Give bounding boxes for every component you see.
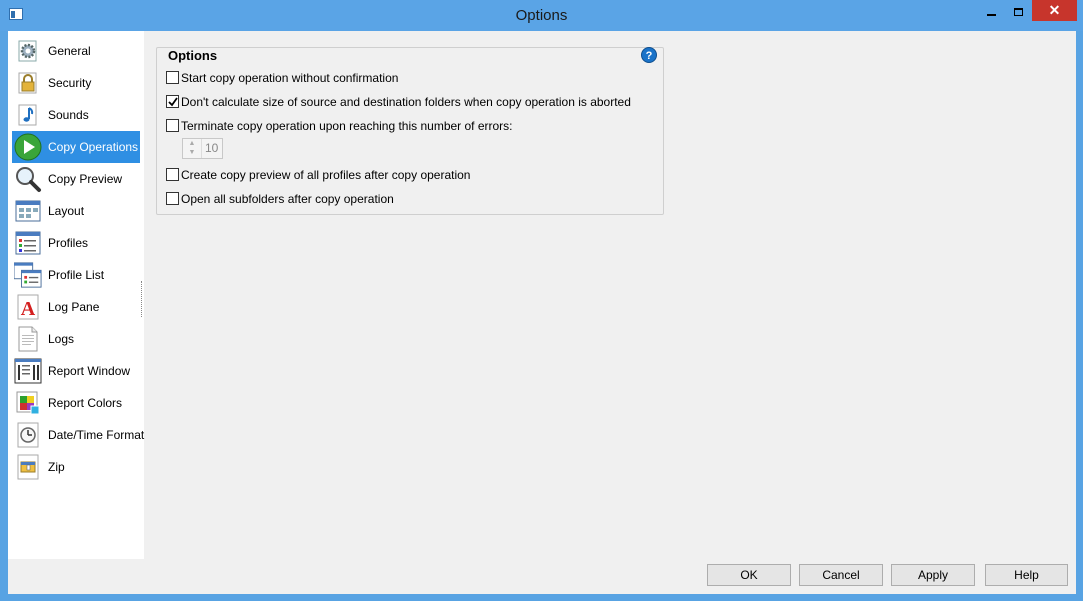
svg-text:A: A [21, 298, 36, 320]
checkmark-icon [168, 97, 178, 107]
option-label: Start copy operation without confirmatio… [181, 71, 399, 85]
option-label: Open all subfolders after copy operation [181, 192, 394, 206]
sidebar-splitter-handle[interactable] [141, 281, 143, 317]
option-label: Create copy preview of all profiles afte… [181, 168, 471, 182]
sidebar-item-profiles[interactable]: Profiles [12, 227, 140, 259]
sidebar-item-label: Log Pane [48, 300, 100, 314]
apply-button[interactable]: Apply [891, 564, 975, 586]
sidebar-item-label: Profile List [48, 268, 105, 282]
options-group-title: Options [165, 48, 221, 63]
sidebar-item-date-time-format[interactable]: Date/Time Format [12, 419, 144, 451]
letter-a-icon: A [14, 293, 42, 321]
sidebar-item-profile-list[interactable]: Profile List [12, 259, 140, 291]
sidebar-item-copy-operations[interactable]: Copy Operations [12, 131, 140, 163]
music-note-icon [14, 101, 42, 129]
title-bar: Options ✕ [0, 0, 1083, 31]
color-palette-icon [14, 389, 42, 417]
sidebar-item-zip[interactable]: Zip [12, 451, 140, 483]
sidebar-item-report-window[interactable]: Report Window [12, 355, 140, 387]
sidebar-item-copy-preview[interactable]: Copy Preview [12, 163, 140, 195]
play-icon [14, 133, 42, 161]
zip-archive-icon [14, 453, 42, 481]
checkbox-checked[interactable] [166, 95, 179, 108]
error-limit-spinner[interactable]: ▲ ▼ 10 [182, 138, 223, 159]
sidebar-item-label: Report Window [48, 364, 131, 378]
sidebar-item-label: Copy Operations [48, 140, 139, 154]
sidebar-item-label: Zip [48, 460, 65, 474]
minimize-button[interactable] [978, 0, 1005, 21]
close-icon: ✕ [1048, 2, 1061, 18]
sidebar-item-sounds[interactable]: Sounds [12, 99, 140, 131]
padlock-icon [14, 69, 42, 97]
maximize-icon [1014, 7, 1023, 16]
profiles-list-icon [14, 229, 42, 257]
minimize-icon [987, 13, 996, 16]
maximize-button[interactable] [1005, 0, 1032, 21]
sidebar-item-logs[interactable]: Logs [12, 323, 140, 355]
checkbox[interactable] [166, 168, 179, 181]
option-label: Don't calculate size of source and desti… [181, 95, 631, 109]
sidebar-item-label: Sounds [48, 108, 89, 122]
ok-button[interactable]: OK [707, 564, 791, 586]
sidebar-item-label: Date/Time Format [48, 428, 145, 442]
help-icon[interactable]: ? [641, 47, 657, 63]
sidebar-item-label: Layout [48, 204, 85, 218]
spin-up-icon[interactable]: ▲ [183, 139, 201, 148]
clock-icon [14, 421, 42, 449]
options-category-sidebar: General Security Sounds Copy Operations [8, 31, 144, 559]
option-label: Terminate copy operation upon reaching t… [181, 119, 513, 133]
spinner-arrows[interactable]: ▲ ▼ [183, 139, 202, 158]
gear-icon [14, 37, 42, 65]
cancel-button[interactable]: Cancel [799, 564, 883, 586]
error-limit-value: 10 [205, 141, 219, 155]
sidebar-item-layout[interactable]: Layout [12, 195, 140, 227]
checkbox[interactable] [166, 192, 179, 205]
document-icon [14, 325, 42, 353]
help-button[interactable]: Help [985, 564, 1068, 586]
profile-list-icon [14, 261, 42, 289]
spin-down-icon[interactable]: ▼ [183, 148, 201, 157]
layout-grid-icon [14, 197, 42, 225]
sidebar-item-label: Profiles [48, 236, 89, 250]
sidebar-item-general[interactable]: General [12, 35, 140, 67]
sidebar-item-label: Logs [48, 332, 75, 346]
sidebar-item-log-pane[interactable]: A Log Pane [12, 291, 140, 323]
sidebar-item-report-colors[interactable]: Report Colors [12, 387, 140, 419]
sidebar-item-label: Copy Preview [48, 172, 123, 186]
window-title: Options [515, 7, 568, 24]
sidebar-item-label: Security [48, 76, 92, 90]
close-button[interactable]: ✕ [1032, 0, 1077, 21]
magnifier-icon [14, 165, 42, 193]
report-window-icon [14, 357, 42, 385]
sidebar-item-label: Report Colors [48, 396, 123, 410]
checkbox[interactable] [166, 71, 179, 84]
sidebar-item-security[interactable]: Security [12, 67, 140, 99]
sidebar-item-label: General [48, 44, 91, 58]
checkbox[interactable] [166, 119, 179, 132]
options-dialog: General Security Sounds Copy Operations [8, 31, 1076, 594]
